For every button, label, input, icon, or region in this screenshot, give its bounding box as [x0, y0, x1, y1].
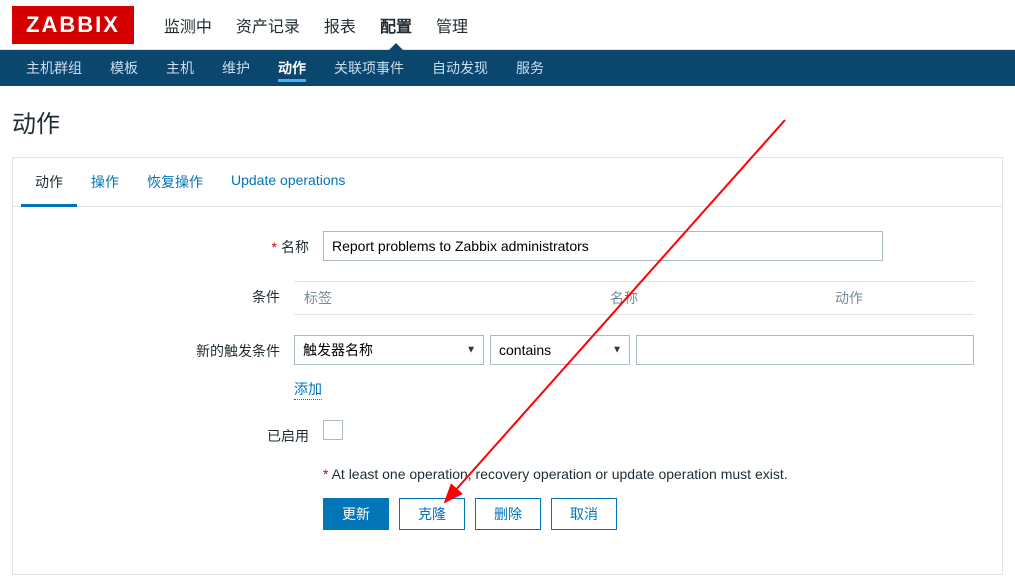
- name-input[interactable]: [323, 231, 883, 261]
- trigger-value-input[interactable]: [636, 335, 974, 365]
- clone-button[interactable]: 克隆: [399, 498, 465, 530]
- topnav-monitor[interactable]: 监测中: [152, 0, 224, 50]
- subnav-correlation[interactable]: 关联项事件: [320, 50, 418, 86]
- conditions-label: 条件: [13, 281, 294, 307]
- form: *名称 条件 标签 名称 动作 新的触发条件 触发器名称: [13, 207, 1002, 574]
- subnav-hostgroups[interactable]: 主机群组: [12, 50, 96, 86]
- tab-recovery[interactable]: 恢复操作: [133, 158, 217, 206]
- update-button[interactable]: 更新: [323, 498, 389, 530]
- tab-operations[interactable]: 操作: [77, 158, 133, 206]
- cond-col-action: 动作: [724, 288, 974, 308]
- sub-nav: 主机群组 模板 主机 维护 动作 关联项事件 自动发现 服务: [0, 50, 1015, 86]
- subnav-services[interactable]: 服务: [502, 50, 558, 86]
- hint: * At least one operation, recovery opera…: [323, 466, 974, 482]
- add-condition-link[interactable]: 添加: [294, 379, 322, 400]
- tabs: 动作 操作 恢复操作 Update operations: [13, 158, 1002, 207]
- topnav-config[interactable]: 配置: [368, 0, 424, 50]
- cond-col-label: 标签: [294, 288, 524, 308]
- panel: 动作 操作 恢复操作 Update operations *名称 条件 标签 名…: [12, 157, 1003, 575]
- subnav-templates[interactable]: 模板: [96, 50, 152, 86]
- subnav-maint[interactable]: 维护: [208, 50, 264, 86]
- topnav-assets[interactable]: 资产记录: [224, 0, 312, 50]
- subnav-discovery[interactable]: 自动发现: [418, 50, 502, 86]
- enabled-label: 已启用: [13, 420, 323, 446]
- subnav-actions[interactable]: 动作: [264, 50, 320, 86]
- enabled-checkbox[interactable]: [323, 420, 343, 440]
- topnav-reports[interactable]: 报表: [312, 0, 368, 50]
- topnav-admin[interactable]: 管理: [424, 0, 480, 50]
- trigger-type-select[interactable]: 触发器名称: [294, 335, 484, 365]
- cond-col-name: 名称: [524, 288, 724, 308]
- tab-update-ops[interactable]: Update operations: [217, 158, 359, 206]
- subnav-hosts[interactable]: 主机: [152, 50, 208, 86]
- name-label: *名称: [13, 231, 323, 257]
- tab-action[interactable]: 动作: [21, 158, 77, 206]
- cancel-button[interactable]: 取消: [551, 498, 617, 530]
- conditions-header: 标签 名称 动作: [294, 281, 974, 315]
- logo: ZABBIX: [12, 6, 134, 44]
- newtrigger-label: 新的触发条件: [13, 335, 294, 361]
- delete-button[interactable]: 删除: [475, 498, 541, 530]
- page-title: 动作: [0, 86, 1015, 157]
- trigger-op-select[interactable]: contains: [490, 335, 630, 365]
- top-nav: ZABBIX 监测中 资产记录 报表 配置 管理: [0, 0, 1015, 50]
